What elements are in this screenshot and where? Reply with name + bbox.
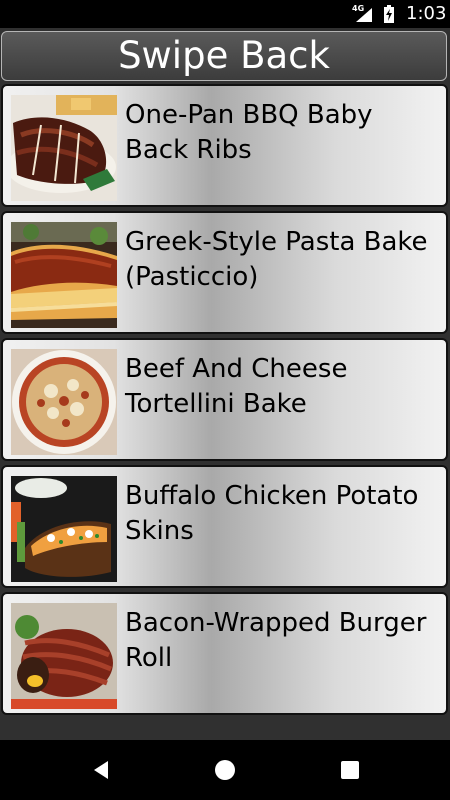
pasta-bake-photo [11, 222, 117, 328]
recipe-card-bbq-ribs[interactable]: One-Pan BBQ Baby Back Ribs [1, 84, 448, 207]
clock: 1:03 [406, 3, 447, 24]
recipe-title: Bacon-Wrapped Burger Roll [125, 608, 427, 673]
home-icon[interactable] [214, 759, 236, 781]
recipe-title: Beef And Cheese Tortellini Bake [125, 354, 348, 419]
recipe-card-tortellini-bake[interactable]: Beef And Cheese Tortellini Bake [1, 338, 448, 461]
burger-roll-photo [11, 603, 117, 709]
status-bar: 4G 1:03 [0, 0, 450, 28]
signal-icon [356, 8, 372, 22]
bbq-ribs-photo [11, 95, 117, 201]
back-icon[interactable] [90, 759, 112, 781]
tortellini-bake-photo [11, 349, 117, 455]
battery-charging-icon [384, 5, 394, 23]
recents-icon[interactable] [339, 759, 361, 781]
potato-skins-photo [11, 476, 117, 582]
page-title: Swipe Back [1, 31, 447, 81]
recipe-title: Greek-Style Pasta Bake (Pasticcio) [125, 227, 428, 292]
recipe-card-potato-skins[interactable]: Buffalo Chicken Potato Skins [1, 465, 448, 588]
navigation-bar [0, 740, 450, 800]
recipe-card-burger-roll[interactable]: Bacon-Wrapped Burger Roll [1, 592, 448, 715]
recipe-title: Buffalo Chicken Potato Skins [125, 481, 419, 546]
recipe-title: One-Pan BBQ Baby Back Ribs [125, 100, 373, 165]
recipe-list: One-Pan BBQ Baby Back Ribs Greek-Style P… [1, 84, 449, 719]
recipe-card-pasta-bake[interactable]: Greek-Style Pasta Bake (Pasticcio) [1, 211, 448, 334]
